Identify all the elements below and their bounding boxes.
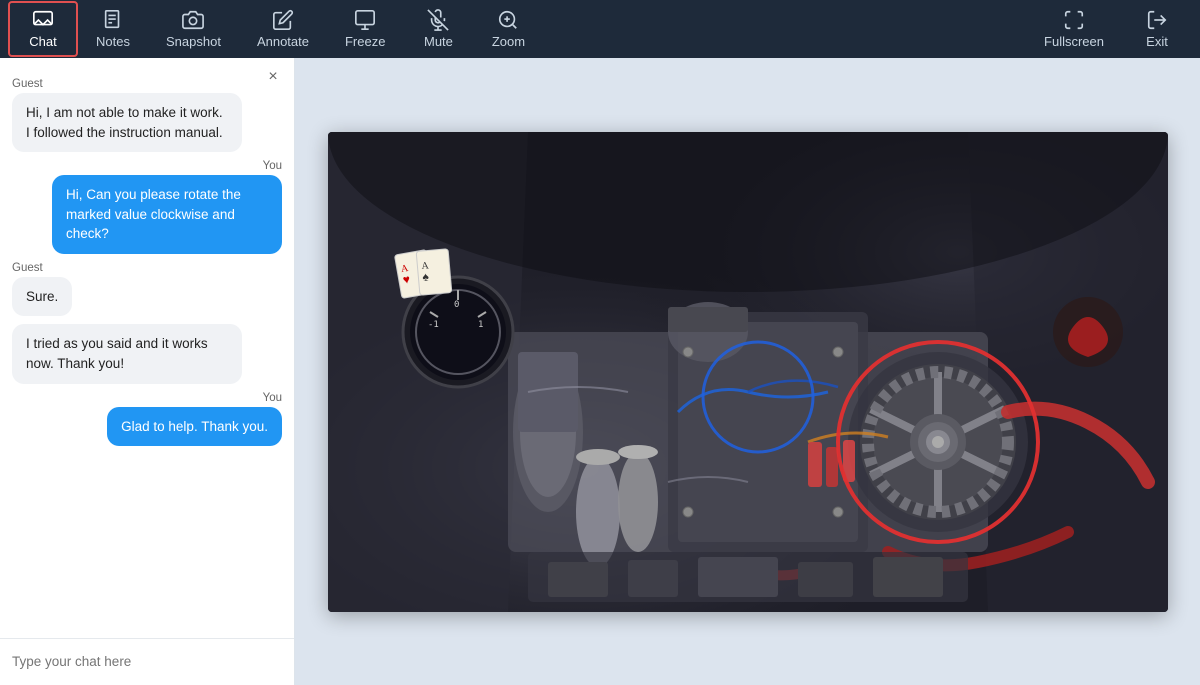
chat-bubble-1: Hi, I am not able to make it work. I fol…: [12, 93, 242, 152]
chat-input-area: [0, 638, 294, 685]
toolbar-label-annotate: Annotate: [257, 34, 309, 49]
annotate-icon: [272, 9, 294, 31]
toolbar-item-chat[interactable]: Chat: [8, 1, 78, 57]
main-area: × Guest Hi, I am not able to make it wor…: [0, 58, 1200, 685]
toolbar-item-snapshot[interactable]: Snapshot: [148, 3, 239, 55]
chat-group-4: I tried as you said and it works now. Th…: [12, 324, 282, 383]
chat-panel: × Guest Hi, I am not able to make it wor…: [0, 58, 295, 685]
toolbar-label-mute: Mute: [424, 34, 453, 49]
toolbar: Chat Notes Snapshot Annotate: [0, 0, 1200, 58]
chat-group-5: You Glad to help. Thank you.: [12, 392, 282, 447]
content-area: 0 1 -1 A ♥ A ♠: [295, 58, 1200, 685]
chat-sender-1: Guest: [12, 78, 43, 90]
toolbar-label-zoom: Zoom: [492, 34, 525, 49]
notes-icon: [102, 9, 124, 31]
chat-bubble-3: Sure.: [12, 277, 72, 317]
snapshot-icon: [182, 9, 204, 31]
toolbar-item-exit[interactable]: Exit: [1122, 3, 1192, 55]
toolbar-label-chat: Chat: [29, 34, 56, 49]
chat-icon: [32, 9, 54, 31]
chat-group-1: Guest Hi, I am not able to make it work.…: [12, 78, 282, 152]
fullscreen-icon: [1063, 9, 1085, 31]
chat-bubble-2: Hi, Can you please rotate the marked val…: [52, 175, 282, 254]
exit-icon: [1146, 9, 1168, 31]
toolbar-item-freeze[interactable]: Freeze: [327, 3, 403, 55]
toolbar-item-notes[interactable]: Notes: [78, 3, 148, 55]
chat-bubble-4: I tried as you said and it works now. Th…: [12, 324, 242, 383]
engine-view: 0 1 -1 A ♥ A ♠: [328, 132, 1168, 612]
svg-text:0: 0: [454, 300, 459, 310]
toolbar-label-notes: Notes: [96, 34, 130, 49]
chat-group-2: You Hi, Can you please rotate the marked…: [12, 160, 282, 254]
chat-close-button[interactable]: ×: [262, 66, 284, 88]
chat-input[interactable]: [12, 654, 282, 669]
engine-background: 0 1 -1 A ♥ A ♠: [328, 132, 1168, 612]
chat-bubble-5: Glad to help. Thank you.: [107, 407, 282, 447]
engine-annotation-svg: 0 1 -1 A ♥ A ♠: [328, 132, 1168, 612]
chat-group-3: Guest Sure.: [12, 262, 282, 317]
zoom-icon: [497, 9, 519, 31]
toolbar-item-zoom[interactable]: Zoom: [473, 3, 543, 55]
svg-text:-1: -1: [428, 320, 439, 330]
chat-messages: Guest Hi, I am not able to make it work.…: [0, 58, 294, 638]
toolbar-label-snapshot: Snapshot: [166, 34, 221, 49]
toolbar-label-freeze: Freeze: [345, 34, 385, 49]
chat-sender-2: You: [263, 160, 282, 172]
toolbar-item-annotate[interactable]: Annotate: [239, 3, 327, 55]
toolbar-label-exit: Exit: [1146, 34, 1168, 49]
svg-text:1: 1: [478, 320, 483, 330]
mute-icon: [427, 9, 449, 31]
toolbar-item-mute[interactable]: Mute: [403, 3, 473, 55]
chat-sender-3: Guest: [12, 262, 43, 274]
chat-sender-5: You: [263, 392, 282, 404]
toolbar-label-fullscreen: Fullscreen: [1044, 34, 1104, 49]
freeze-icon: [354, 9, 376, 31]
toolbar-item-fullscreen[interactable]: Fullscreen: [1026, 3, 1122, 55]
